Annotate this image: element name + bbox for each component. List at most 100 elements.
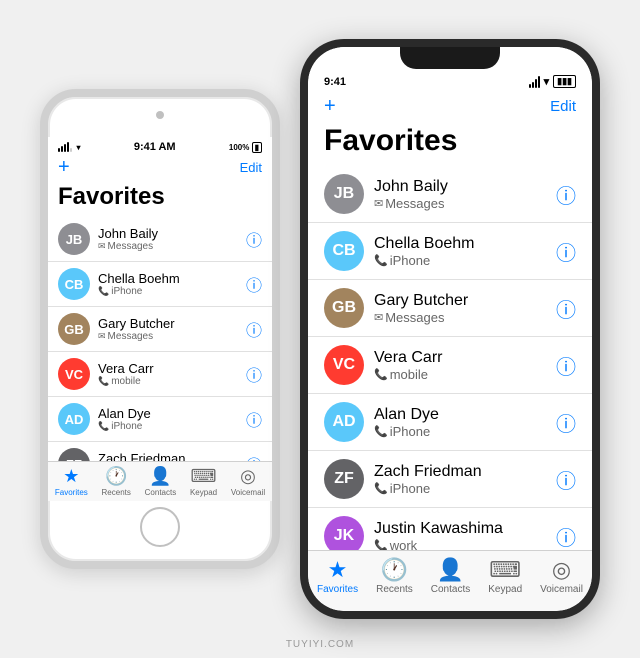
contact-name: Vera Carr bbox=[98, 361, 238, 376]
contact-item[interactable]: ZF Zach Friedman 📞 iPhone ⓘ bbox=[48, 442, 272, 461]
phone-icon: 📞 bbox=[374, 368, 388, 381]
avatar: JK bbox=[324, 516, 364, 550]
contact-sub: ✉ Messages bbox=[374, 310, 546, 325]
info-icon[interactable]: ⓘ bbox=[246, 407, 262, 431]
contact-name: Gary Butcher bbox=[98, 316, 238, 331]
signal-icon: ▾ bbox=[58, 142, 81, 152]
tab-label: Recents bbox=[102, 488, 131, 497]
contact-info: Gary Butcher ✉ Messages bbox=[374, 292, 546, 325]
contact-name: John Baily bbox=[374, 178, 546, 196]
tab-item-favorites[interactable]: ★ Favorites bbox=[55, 466, 88, 497]
contact-item[interactable]: ZF Zach Friedman 📞 iPhone ⓘ bbox=[308, 451, 592, 508]
phone-icon: 📞 bbox=[98, 286, 109, 297]
contact-item[interactable]: JB John Baily ✉ Messages ⓘ bbox=[48, 217, 272, 262]
tab-item-voicemail[interactable]: ◎ Voicemail bbox=[540, 557, 583, 595]
phones-container: ▾ 9:41 AM 100% ▮ + Edit Favorites JB Joh… bbox=[20, 19, 620, 639]
phone-new: 9:41 ▾ ▮▮▮ + Edit Favorites bbox=[300, 39, 600, 619]
tab-item-keypad[interactable]: ⌨ Keypad bbox=[190, 466, 217, 497]
contact-sub: 📞 iPhone bbox=[374, 424, 546, 439]
tab-label: Favorites bbox=[317, 584, 358, 595]
tab-item-recents[interactable]: 🕐 Recents bbox=[376, 557, 413, 595]
avatar: CB bbox=[324, 231, 364, 271]
contact-sub: 📞 mobile bbox=[98, 376, 238, 387]
message-icon: ✉ bbox=[98, 331, 106, 342]
info-icon[interactable]: ⓘ bbox=[556, 237, 576, 266]
tab-item-keypad[interactable]: ⌨ Keypad bbox=[488, 557, 522, 595]
signal-icon-new bbox=[529, 76, 540, 88]
contact-info: Vera Carr 📞 mobile bbox=[98, 361, 238, 387]
contact-item[interactable]: CB Chella Boehm 📞 iPhone ⓘ bbox=[308, 223, 592, 280]
battery-old: 100% ▮ bbox=[229, 143, 262, 152]
tab-bar-new: ★ Favorites 🕐 Recents 👤 Contacts ⌨ Keypa… bbox=[308, 550, 592, 611]
contact-item[interactable]: AD Alan Dye 📞 iPhone ⓘ bbox=[48, 397, 272, 442]
phone-icon: 📞 bbox=[374, 482, 388, 495]
app-header-old: + Edit bbox=[48, 155, 272, 181]
contact-item[interactable]: VC Vera Carr 📞 mobile ⓘ bbox=[48, 352, 272, 397]
tab-label: Contacts bbox=[145, 488, 177, 497]
info-icon[interactable]: ⓘ bbox=[246, 452, 262, 461]
contact-name: Alan Dye bbox=[374, 406, 546, 424]
phone-icon: 📞 bbox=[374, 254, 388, 267]
tab-item-voicemail[interactable]: ◎ Voicemail bbox=[231, 466, 265, 497]
tab-icon: 👤 bbox=[437, 557, 464, 583]
contact-sub: 📞 iPhone bbox=[98, 421, 238, 432]
info-icon[interactable]: ⓘ bbox=[556, 294, 576, 323]
info-icon[interactable]: ⓘ bbox=[246, 362, 262, 386]
contact-info: Chella Boehm 📞 iPhone bbox=[98, 271, 238, 297]
info-icon[interactable]: ⓘ bbox=[556, 408, 576, 437]
avatar: VC bbox=[58, 358, 90, 390]
tab-icon: 🕐 bbox=[381, 557, 408, 583]
add-button-new[interactable]: + bbox=[324, 96, 336, 116]
info-icon[interactable]: ⓘ bbox=[556, 465, 576, 494]
tab-item-favorites[interactable]: ★ Favorites bbox=[317, 557, 358, 595]
contact-info: Alan Dye 📞 iPhone bbox=[98, 406, 238, 432]
tab-label: Keypad bbox=[190, 488, 217, 497]
contact-item[interactable]: VC Vera Carr 📞 mobile ⓘ bbox=[308, 337, 592, 394]
contact-list-new: JB John Baily ✉ Messages ⓘ CB Chella Boe… bbox=[308, 166, 592, 550]
contact-item[interactable]: CB Chella Boehm 📞 iPhone ⓘ bbox=[48, 262, 272, 307]
avatar: GB bbox=[324, 288, 364, 328]
contact-info: John Baily ✉ Messages bbox=[98, 226, 238, 252]
tab-label: Voicemail bbox=[231, 488, 265, 497]
tab-item-recents[interactable]: 🕐 Recents bbox=[102, 466, 131, 497]
tab-item-contacts[interactable]: 👤 Contacts bbox=[431, 557, 470, 595]
contact-item[interactable]: GB Gary Butcher ✉ Messages ⓘ bbox=[308, 280, 592, 337]
avatar: VC bbox=[324, 345, 364, 385]
tab-label: Recents bbox=[376, 584, 413, 595]
info-icon[interactable]: ⓘ bbox=[556, 180, 576, 209]
contact-item[interactable]: JB John Baily ✉ Messages ⓘ bbox=[308, 166, 592, 223]
add-button-old[interactable]: + bbox=[58, 157, 70, 177]
contact-name: Zach Friedman bbox=[98, 451, 238, 461]
contact-item[interactable]: GB Gary Butcher ✉ Messages ⓘ bbox=[48, 307, 272, 352]
contact-sub: 📞 work bbox=[374, 538, 546, 551]
tab-icon: 👤 bbox=[149, 466, 171, 487]
edit-button-new[interactable]: Edit bbox=[550, 98, 576, 115]
contact-info: Zach Friedman 📞 iPhone bbox=[374, 463, 546, 496]
avatar: AD bbox=[58, 403, 90, 435]
avatar: JB bbox=[324, 174, 364, 214]
contact-item[interactable]: AD Alan Dye 📞 iPhone ⓘ bbox=[308, 394, 592, 451]
message-icon: ✉ bbox=[98, 241, 106, 252]
status-time-old: 9:41 AM bbox=[134, 141, 176, 153]
info-icon[interactable]: ⓘ bbox=[556, 351, 576, 380]
edit-button-old[interactable]: Edit bbox=[240, 160, 262, 175]
contact-item[interactable]: JK Justin Kawashima 📞 work ⓘ bbox=[308, 508, 592, 550]
contact-name: Vera Carr bbox=[374, 349, 546, 367]
info-icon[interactable]: ⓘ bbox=[246, 272, 262, 296]
info-icon[interactable]: ⓘ bbox=[246, 227, 262, 251]
contact-name: Justin Kawashima bbox=[374, 520, 546, 538]
tab-item-contacts[interactable]: 👤 Contacts bbox=[145, 466, 177, 497]
tab-icon: ★ bbox=[328, 557, 348, 583]
tab-icon: ★ bbox=[63, 466, 79, 487]
tab-icon: ◎ bbox=[240, 466, 256, 487]
contact-info: Zach Friedman 📞 iPhone bbox=[98, 451, 238, 461]
contact-info: Chella Boehm 📞 iPhone bbox=[374, 235, 546, 268]
phone-icon: 📞 bbox=[98, 421, 109, 432]
phone-screen-old: ▾ 9:41 AM 100% ▮ + Edit Favorites JB Joh… bbox=[48, 137, 272, 501]
contact-name: Alan Dye bbox=[98, 406, 238, 421]
info-icon[interactable]: ⓘ bbox=[556, 522, 576, 551]
status-icons-new: ▾ ▮▮▮ bbox=[529, 75, 576, 88]
tab-icon: ⌨ bbox=[191, 466, 217, 487]
info-icon[interactable]: ⓘ bbox=[246, 317, 262, 341]
avatar: CB bbox=[58, 268, 90, 300]
